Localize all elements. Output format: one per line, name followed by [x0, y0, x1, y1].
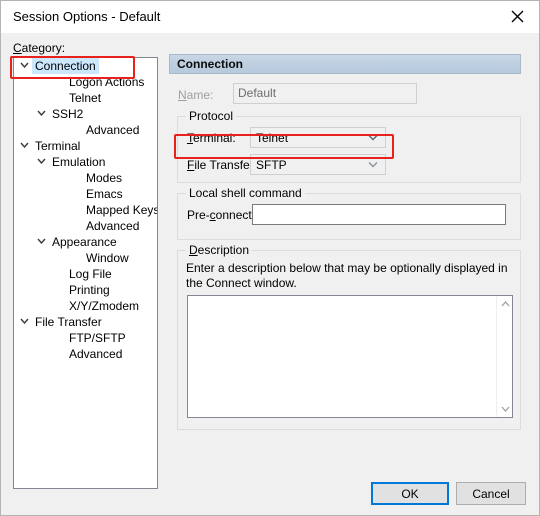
terminal-label: Terminal:	[187, 131, 236, 145]
scroll-down-icon[interactable]	[497, 401, 513, 417]
file-transfer-label-rest: ile Transfer:	[194, 158, 258, 172]
description-title-rest: escription	[197, 243, 250, 257]
tree-item-ftp-sftp[interactable]: FTP/SFTP	[14, 330, 157, 346]
close-icon[interactable]	[495, 1, 539, 32]
tree-item-label: Emulation	[52, 155, 106, 169]
tree-item-terminal[interactable]: Terminal	[14, 138, 157, 154]
category-label-mnemonic: C	[13, 41, 22, 55]
local-shell-command-title: Local shell command	[186, 186, 305, 200]
tree-item-advanced[interactable]: Advanced	[14, 122, 157, 138]
name-label: Name:	[178, 88, 213, 102]
chevron-down-icon[interactable]	[35, 154, 47, 170]
tree-item-advanced[interactable]: Advanced	[14, 218, 157, 234]
tree-item-x-y-zmodem[interactable]: X/Y/Zmodem	[14, 298, 157, 314]
ok-button[interactable]: OK	[371, 482, 449, 505]
tree-item-label: Logon Actions	[69, 75, 145, 89]
name-label-rest: ame:	[186, 88, 214, 102]
section-header-title: Connection	[177, 57, 243, 71]
tree-item-label: Printing	[69, 283, 110, 297]
chevron-down-icon	[365, 155, 381, 174]
tree-item-emacs[interactable]: Emacs	[14, 186, 157, 202]
tree-item-label: Advanced	[69, 347, 123, 361]
tree-item-label: Window	[86, 251, 129, 265]
tree-item-label: Modes	[86, 171, 123, 185]
tree-item-label: Emacs	[86, 187, 123, 201]
window-title: Session Options - Default	[13, 9, 161, 24]
tree-item-label: FTP/SFTP	[69, 331, 126, 345]
tree-item-label: X/Y/Zmodem	[69, 299, 140, 313]
scroll-up-icon[interactable]	[497, 296, 513, 312]
tree-item-log-file[interactable]: Log File	[14, 266, 157, 282]
tree-item-connection[interactable]: Connection	[14, 58, 157, 74]
tree-item-label: Advanced	[86, 123, 140, 137]
chevron-down-icon	[365, 128, 381, 147]
tree-item-file-transfer[interactable]: File Transfer	[14, 314, 157, 330]
preconnect-label-post: onnect:	[215, 208, 256, 222]
session-options-dialog: Session Options - Default Category: Conn…	[0, 0, 540, 516]
tree-item-label: Log File	[69, 267, 112, 281]
chevron-down-icon[interactable]	[18, 314, 30, 330]
tree-item-label: SSH2	[52, 107, 84, 121]
description-scrollbar[interactable]	[496, 296, 512, 417]
file-transfer-label: File Transfer:	[187, 158, 257, 172]
tree-item-label: Mapped Keys	[86, 203, 158, 217]
tree-item-label: File Transfer	[35, 315, 102, 329]
tree-item-appearance[interactable]: Appearance	[14, 234, 157, 250]
category-label: Category:	[13, 41, 65, 55]
tree-item-mapped-keys[interactable]: Mapped Keys	[14, 202, 157, 218]
name-label-mnemonic: N	[178, 88, 187, 102]
category-tree[interactable]: Connection Logon Actions Telnet SSH2 Advance…	[13, 57, 158, 489]
description-help-text: Enter a description below that may be op…	[186, 261, 508, 290]
chevron-down-icon[interactable]	[18, 58, 30, 74]
preconnect-label-pre: Pre-	[187, 208, 210, 222]
tree-item-label: Connection	[32, 58, 99, 74]
local-shell-command-group: Local shell command Pre-connect:	[177, 186, 521, 240]
category-label-rest: ategory:	[21, 41, 66, 55]
terminal-label-rest: erminal:	[193, 131, 236, 145]
tree-item-logon-actions[interactable]: Logon Actions	[14, 74, 157, 90]
tree-item-telnet[interactable]: Telnet	[14, 90, 157, 106]
tree-item-label: Terminal	[35, 139, 81, 153]
file-transfer-protocol-dropdown[interactable]: SFTP	[250, 154, 386, 175]
chevron-down-icon[interactable]	[35, 234, 47, 250]
tree-item-label: Advanced	[86, 219, 140, 233]
chevron-down-icon[interactable]	[18, 138, 30, 154]
protocol-group: Protocol Terminal: Telnet File Transfer:…	[177, 109, 521, 183]
connection-settings-pane: Connection Name: Default Protocol Termin…	[169, 54, 521, 435]
file-transfer-protocol-value: SFTP	[256, 158, 287, 172]
description-textarea-wrapper	[187, 295, 513, 418]
cancel-button[interactable]: Cancel	[456, 482, 526, 505]
description-group-title: Description	[186, 243, 253, 257]
preconnect-input[interactable]	[252, 204, 506, 225]
tree-item-ssh2[interactable]: SSH2	[14, 106, 157, 122]
chevron-down-icon[interactable]	[35, 106, 47, 122]
tree-item-label: Telnet	[69, 91, 102, 105]
terminal-protocol-dropdown[interactable]: Telnet	[250, 127, 386, 148]
tree-item-advanced[interactable]: Advanced	[14, 346, 157, 362]
title-bar: Session Options - Default	[1, 1, 539, 33]
preconnect-label: Pre-connect:	[187, 208, 255, 222]
tree-item-window[interactable]: Window	[14, 250, 157, 266]
description-group: Description Enter a description below th…	[177, 243, 521, 430]
description-title-mnemonic: D	[189, 243, 198, 257]
tree-item-label: Appearance	[52, 235, 117, 249]
tree-item-emulation[interactable]: Emulation	[14, 154, 157, 170]
protocol-group-title: Protocol	[186, 109, 237, 123]
terminal-protocol-value: Telnet	[256, 131, 289, 145]
tree-item-printing[interactable]: Printing	[14, 282, 157, 298]
tree-item-modes[interactable]: Modes	[14, 170, 157, 186]
name-field: Default	[233, 83, 417, 104]
section-header: Connection	[169, 54, 521, 74]
